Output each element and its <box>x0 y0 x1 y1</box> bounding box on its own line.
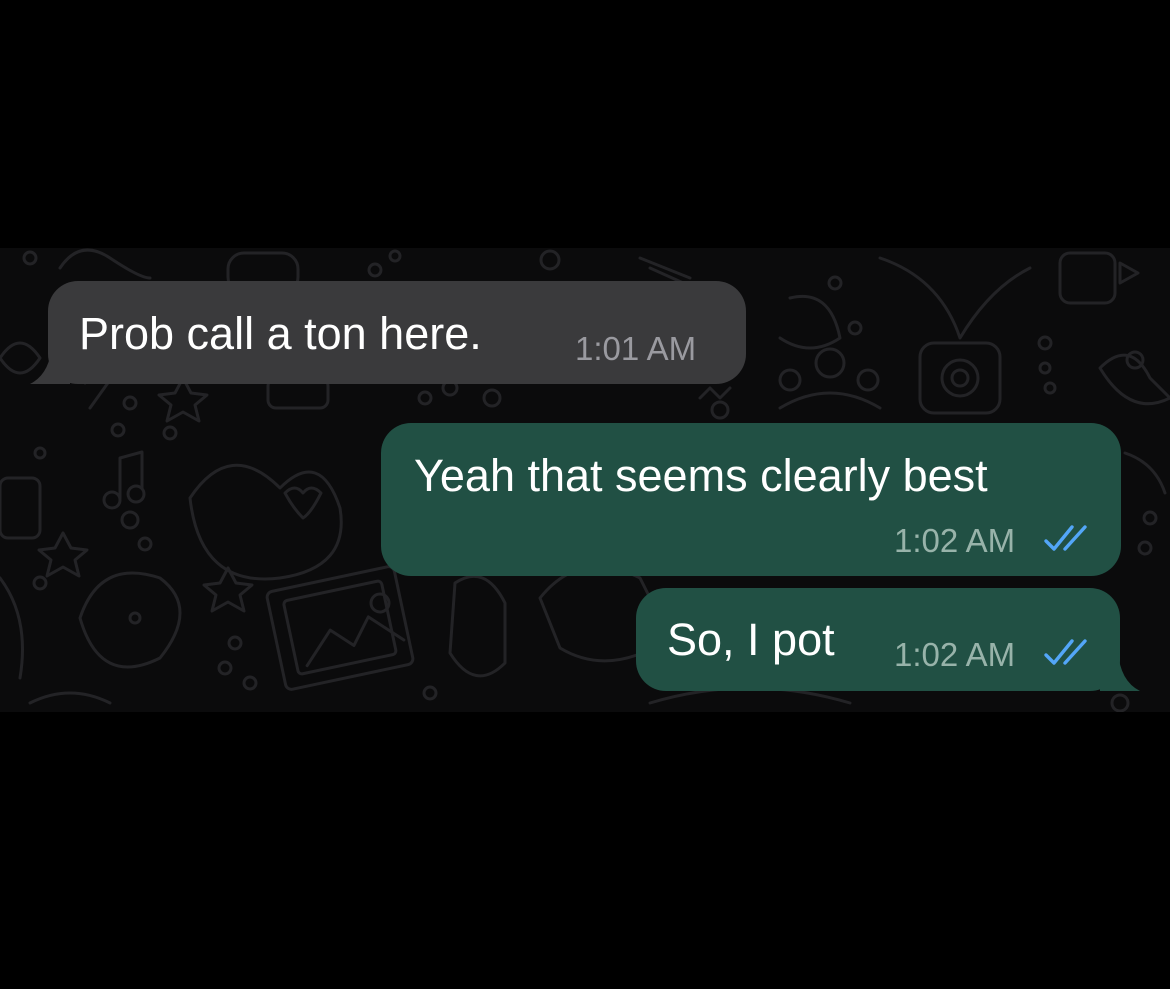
double-check-icon <box>1044 639 1087 665</box>
message-text: So, I pot <box>667 614 835 665</box>
double-check-icon <box>1044 525 1087 551</box>
message-bubble-outgoing[interactable]: So, I pot 1:02 AM <box>636 588 1140 691</box>
message-text: Yeah that seems clearly best <box>414 450 988 501</box>
bubble-tail <box>1100 651 1140 691</box>
message-bubble-outgoing[interactable]: Yeah that seems clearly best 1:02 AM <box>381 423 1121 576</box>
message-timestamp: 1:02 AM <box>894 636 1016 673</box>
chat-conversation[interactable]: Prob call a ton here. 1:01 AM Yeah that … <box>0 248 1170 712</box>
message-bubble-incoming[interactable]: Prob call a ton here. 1:01 AM <box>30 281 746 384</box>
message-text: Prob call a ton here. <box>79 308 482 359</box>
bubble-tail <box>30 344 70 384</box>
message-timestamp: 1:02 AM <box>894 522 1016 559</box>
screenshot-root: { "colors": { "background": "#000000", "… <box>0 0 1170 989</box>
message-timestamp: 1:01 AM <box>575 330 697 367</box>
